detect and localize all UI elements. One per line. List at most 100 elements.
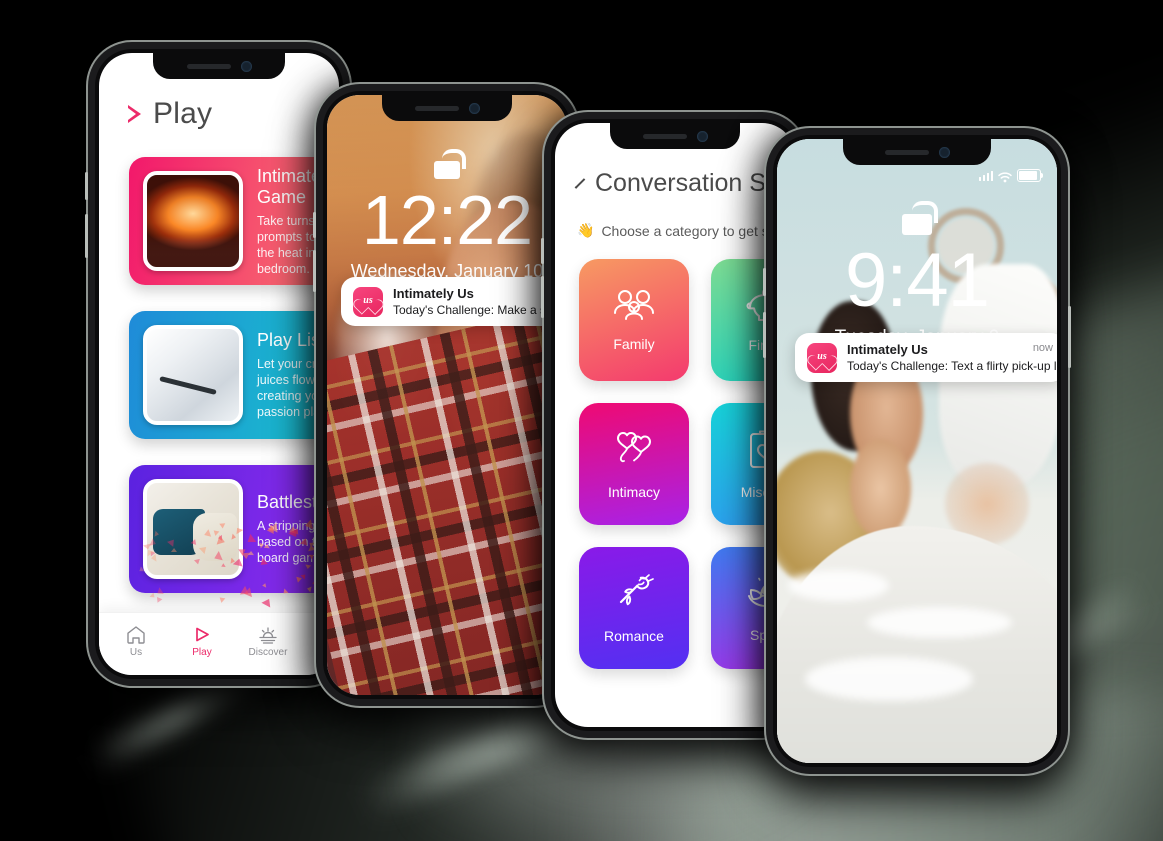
front-camera-icon — [696, 130, 708, 142]
status-bar — [978, 169, 1044, 183]
unlocked-padlock-icon — [902, 201, 938, 235]
confetti-triangle — [150, 553, 157, 563]
confetti-triangle — [218, 522, 226, 529]
notification-banner[interactable]: us Intimately Us Today's Challenge: Make… — [341, 277, 567, 326]
confetti-triangle — [198, 544, 209, 555]
phone-4-screen: 9:41 Tuesday, January 9 us Intimately Us… — [777, 139, 1057, 763]
card-thumbnail-fireplace — [143, 171, 243, 271]
speaker-grille-icon — [414, 105, 459, 111]
confetti-triangle — [193, 558, 201, 565]
rose-icon — [619, 574, 654, 606]
volume-down-button[interactable] — [85, 214, 88, 258]
page-title: Conversation Star — [595, 169, 795, 197]
nav-label: Discover — [248, 646, 288, 658]
page-subtitle: 👋 Choose a category to get sta — [555, 198, 795, 239]
speaker-grille-icon — [884, 149, 929, 155]
play-card-intimately-us-game[interactable]: Intimately Us Game Take turns following … — [129, 157, 339, 285]
phone-2-screen: 12:22 Wednesday, January 10 us Intimatel… — [327, 95, 567, 695]
confetti-triangle — [281, 588, 289, 596]
category-label: Intimacy — [607, 484, 661, 500]
category-grid: Family Finan — [555, 239, 795, 669]
volume-up-button[interactable] — [541, 238, 544, 264]
volume-down-button[interactable] — [541, 276, 544, 318]
category-tile-family[interactable]: Family — [579, 259, 689, 381]
notification-title: Intimately Us — [847, 342, 928, 357]
power-button[interactable] — [1068, 306, 1071, 368]
confetti-triangle — [233, 525, 244, 535]
phone-1-play: Play Intimately Us Game Take turns follo… — [85, 42, 350, 686]
battery-icon — [1017, 169, 1044, 182]
notification-timestamp: now — [1032, 342, 1053, 354]
category-label: Family — [613, 336, 655, 352]
nav-label: Us — [129, 646, 143, 658]
sidebar-item-play[interactable]: Play — [179, 625, 225, 658]
intimately-us-app-icon: us — [807, 342, 837, 373]
confetti-triangle — [231, 533, 237, 541]
confetti-triangle — [261, 583, 268, 589]
heart-balloons-icon — [617, 432, 651, 463]
category-tile-intimacy[interactable]: Intimacy — [579, 403, 689, 525]
confetti-triangle — [217, 595, 226, 604]
confetti-triangle — [202, 529, 211, 539]
confetti-triangle — [304, 564, 311, 570]
confetti-triangle — [258, 558, 269, 569]
notch — [610, 123, 740, 149]
lockscreen-overlay: 9:41 Tuesday, January 9 — [777, 139, 1057, 763]
play-triangle-icon — [127, 105, 143, 123]
intimately-us-app-icon: us — [353, 286, 383, 317]
play-card-list: Intimately Us Game Take turns following … — [99, 139, 339, 612]
bottom-navigation-bar: Us Play Discover — [99, 612, 339, 675]
confetti-triangle — [308, 552, 315, 561]
confetti-triangle — [259, 541, 266, 549]
front-camera-icon — [938, 146, 950, 158]
signal-bars-icon — [978, 170, 993, 181]
speaker-grille-icon — [186, 63, 231, 69]
confetti-triangle — [137, 566, 145, 574]
confetti-triangle — [261, 596, 274, 608]
confetti-triangle — [167, 537, 178, 548]
sidebar-item-discover[interactable]: Discover — [245, 625, 291, 658]
sunrise-icon — [259, 626, 277, 644]
confetti-triangle — [244, 534, 257, 547]
confetti-triangle — [154, 530, 160, 538]
nav-label: Play — [192, 646, 212, 658]
phone-1-screen: Play Intimately Us Game Take turns follo… — [99, 53, 339, 675]
play-triangle-icon — [196, 627, 209, 641]
confetti-triangle — [212, 550, 223, 563]
screenshot-stage: Play Intimately Us Game Take turns follo… — [0, 0, 1163, 841]
front-camera-icon — [468, 102, 480, 114]
lock-time: 9:41 — [845, 238, 990, 323]
notch — [382, 95, 512, 121]
notch — [153, 53, 285, 79]
home-icon — [127, 625, 145, 644]
confetti-triangle — [304, 519, 313, 531]
volume-down-button[interactable] — [763, 312, 766, 358]
category-label: Romance — [604, 628, 664, 644]
volume-up-button[interactable] — [763, 268, 766, 296]
front-camera-icon — [240, 60, 252, 72]
remote-control-shape — [159, 376, 217, 395]
confetti-triangle — [149, 538, 158, 548]
lockscreen-overlay: 12:22 Wednesday, January 10 — [327, 95, 567, 695]
speaker-grille-icon — [642, 133, 687, 139]
notch — [843, 139, 991, 165]
wifi-icon — [998, 170, 1012, 183]
subtitle-text: Choose a category to get sta — [601, 222, 781, 239]
notification-banner[interactable]: us Intimately Us now Today's Challenge: … — [795, 333, 1057, 382]
confetti-triangle — [170, 547, 177, 553]
volume-up-button[interactable] — [313, 212, 316, 238]
confetti-triangle — [154, 594, 163, 603]
unlocked-padlock-icon — [434, 149, 466, 179]
chevron-left-icon[interactable] — [574, 178, 586, 189]
confetti-triangle — [247, 550, 255, 556]
phone-3-screen: Conversation Star 👋 Choose a category to… — [555, 123, 795, 727]
confetti-decoration — [137, 516, 339, 608]
volume-up-button[interactable] — [85, 172, 88, 200]
volume-down-button[interactable] — [313, 250, 316, 292]
play-card-play-list[interactable]: Play List Let your creative juices flow … — [129, 311, 339, 439]
family-group-icon — [614, 290, 654, 320]
sidebar-item-us[interactable]: Us — [113, 625, 159, 658]
lock-time: 12:22 — [361, 181, 533, 259]
waving-hand-icon: 👋 — [577, 222, 595, 238]
category-tile-romance[interactable]: Romance — [579, 547, 689, 669]
